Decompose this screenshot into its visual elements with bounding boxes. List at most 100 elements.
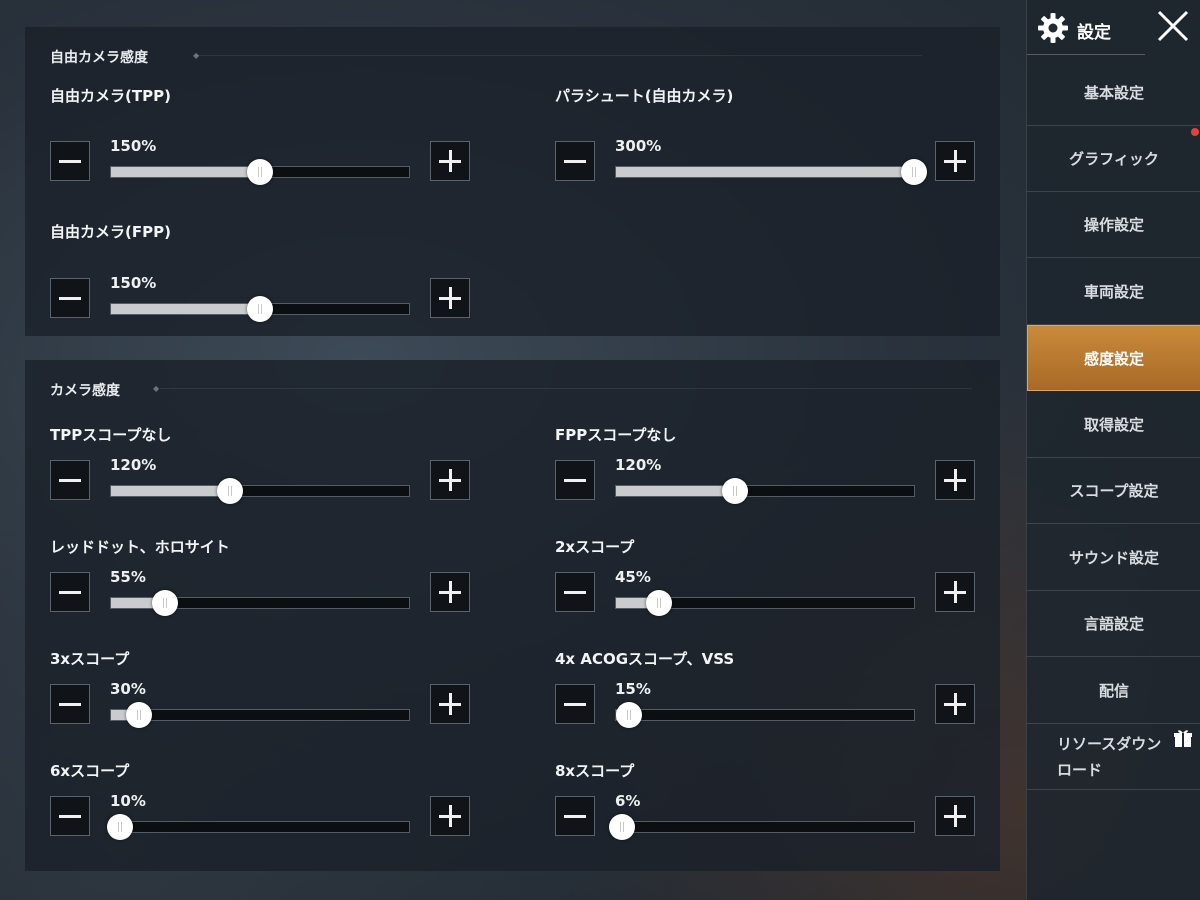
slider[interactable] <box>615 702 915 728</box>
decrease-button[interactable] <box>555 141 595 181</box>
slider-thumb[interactable] <box>608 814 635 840</box>
value-text: 300% <box>615 137 662 155</box>
slider[interactable] <box>110 702 410 728</box>
value-text: 15% <box>615 680 651 698</box>
sidebar-item-basic[interactable]: 基本設定 <box>1027 60 1200 126</box>
sidebar-item-broadcast[interactable]: 配信 <box>1027 658 1200 724</box>
notification-dot <box>1191 128 1199 136</box>
plus-icon-vertical <box>449 693 452 715</box>
slider[interactable] <box>106 814 410 840</box>
decrease-button[interactable] <box>50 684 90 724</box>
sidebar-item-graphics[interactable]: グラフィック <box>1027 126 1200 192</box>
sidebar-item-label: 取得設定 <box>1083 416 1144 434</box>
increase-button[interactable] <box>430 460 470 500</box>
minus-icon <box>564 160 586 163</box>
minus-icon <box>59 591 81 594</box>
sidebar-item-sensitivity[interactable]: 感度設定 <box>1027 325 1200 391</box>
plus-icon-vertical <box>954 581 957 603</box>
setting-parachute-free-camera: パラシュート(自由カメラ) 300% <box>555 85 985 185</box>
slider-thumb[interactable] <box>616 702 643 728</box>
sidebar-item-scope[interactable]: スコープ設定 <box>1027 458 1200 524</box>
sidebar-item-label: サウンド設定 <box>1068 549 1159 567</box>
camera-section-title: カメラ感度 <box>50 383 120 399</box>
setting-label: パラシュート(自由カメラ) <box>555 87 734 105</box>
slider-fill <box>616 486 736 496</box>
sidebar-item-label: リソースダウン ロード <box>1057 731 1161 783</box>
minus-icon <box>59 703 81 706</box>
slider-thumb[interactable] <box>151 590 178 616</box>
value-text: 55% <box>110 568 146 586</box>
slider-thumb[interactable] <box>646 590 673 616</box>
setting-free-camera-tpp: 自由カメラ(TPP) 150% <box>50 85 480 185</box>
increase-button[interactable] <box>935 796 975 836</box>
slider[interactable] <box>110 478 410 504</box>
plus-icon-vertical <box>449 469 452 491</box>
slider-thumb[interactable] <box>901 159 927 185</box>
slider[interactable] <box>110 590 410 616</box>
minus-icon <box>564 479 586 482</box>
increase-button[interactable] <box>935 141 975 181</box>
setting-label: FPPスコープなし <box>555 426 677 444</box>
decrease-button[interactable] <box>50 460 90 500</box>
setting-label: レッドドット、ホロサイト <box>50 538 230 556</box>
increase-button[interactable] <box>430 141 470 181</box>
slider-thumb[interactable] <box>217 478 244 504</box>
slider-thumb[interactable] <box>247 296 273 322</box>
sidebar-item-label: 車両設定 <box>1083 283 1144 301</box>
slider[interactable] <box>608 814 915 840</box>
increase-button[interactable] <box>430 572 470 612</box>
slider[interactable] <box>615 478 915 504</box>
value-text: 6% <box>615 792 641 810</box>
slider-thumb[interactable] <box>247 159 273 185</box>
increase-button[interactable] <box>430 684 470 724</box>
plus-icon-vertical <box>954 693 957 715</box>
sidebar-item-sound[interactable]: サウンド設定 <box>1027 525 1200 591</box>
setting-label: 6xスコープ <box>50 762 130 780</box>
plus-icon-vertical <box>449 805 452 827</box>
decrease-button[interactable] <box>50 572 90 612</box>
decrease-button[interactable] <box>555 684 595 724</box>
slider-thumb[interactable] <box>722 478 749 504</box>
setting-3x-scope: 3xスコープ 30% <box>50 648 480 748</box>
gift-icon <box>1174 730 1192 747</box>
slider-thumb[interactable] <box>106 814 133 840</box>
close-icon[interactable] <box>1155 8 1191 44</box>
plus-icon-vertical <box>449 287 452 309</box>
increase-button[interactable] <box>430 796 470 836</box>
decrease-button[interactable] <box>555 796 595 836</box>
slider-fill <box>111 304 260 314</box>
minus-icon <box>564 815 586 818</box>
value-text: 150% <box>110 274 157 292</box>
increase-button[interactable] <box>935 572 975 612</box>
sidebar-item-vehicle[interactable]: 車両設定 <box>1027 259 1200 325</box>
slider[interactable] <box>110 159 410 185</box>
slider-thumb[interactable] <box>126 702 153 728</box>
slider[interactable] <box>110 296 410 322</box>
plus-icon-vertical <box>449 581 452 603</box>
increase-button[interactable] <box>935 460 975 500</box>
sidebar-item-label: スコープ設定 <box>1069 482 1159 500</box>
sidebar-item-resource-download[interactable]: リソースダウン ロード <box>1027 724 1200 790</box>
sidebar-item-label-line1: リソースダウン <box>1057 734 1162 753</box>
decrease-button[interactable] <box>555 460 595 500</box>
value-text: 45% <box>615 568 651 586</box>
setting-8x-scope: 8xスコープ 6% <box>555 760 985 860</box>
increase-button[interactable] <box>935 684 975 724</box>
setting-2x-scope: 2xスコープ 45% <box>555 536 985 636</box>
sidebar-item-language[interactable]: 言語設定 <box>1027 591 1200 657</box>
sidebar-header: 設定 <box>1027 0 1200 55</box>
sidebar-item-pickup[interactable]: 取得設定 <box>1027 392 1200 458</box>
slider[interactable] <box>615 159 927 185</box>
setting-label: 4x ACOGスコープ、VSS <box>555 650 735 668</box>
setting-fpp-no-scope: FPPスコープなし 120% <box>555 424 985 524</box>
decrease-button[interactable] <box>555 572 595 612</box>
decrease-button[interactable] <box>50 141 90 181</box>
plus-icon-vertical <box>449 150 452 172</box>
minus-icon <box>59 479 81 482</box>
section-divider <box>195 55 922 56</box>
increase-button[interactable] <box>430 278 470 318</box>
slider[interactable] <box>615 590 915 616</box>
decrease-button[interactable] <box>50 796 90 836</box>
sidebar-item-controls[interactable]: 操作設定 <box>1027 192 1200 258</box>
decrease-button[interactable] <box>50 278 90 318</box>
